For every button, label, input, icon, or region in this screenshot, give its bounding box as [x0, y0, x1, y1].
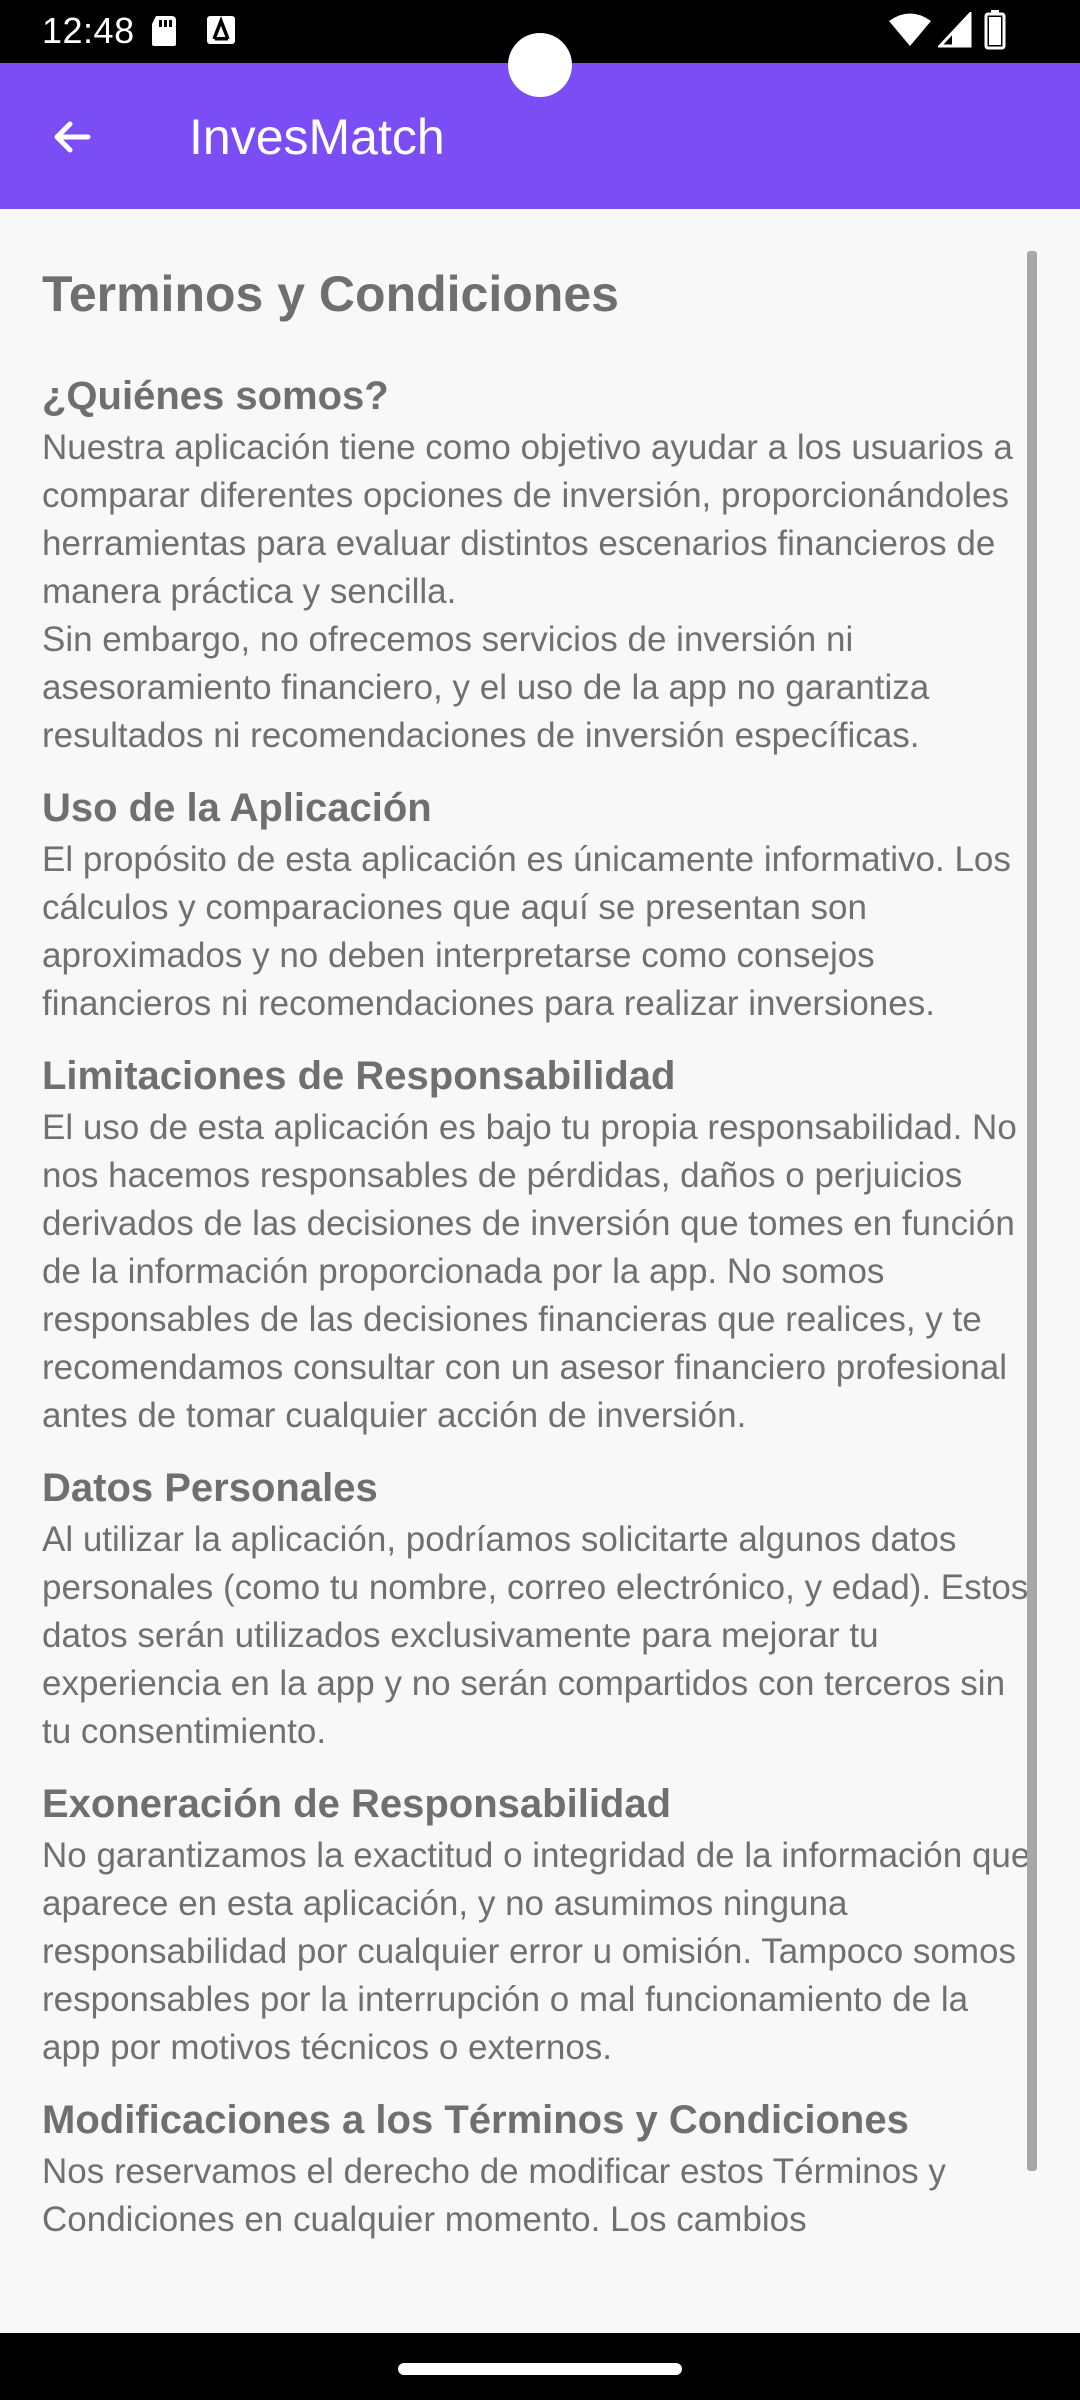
terms-scroll-area[interactable]: Terminos y Condiciones ¿Quiénes somos? N… — [42, 249, 1032, 2299]
back-button[interactable] — [30, 95, 114, 179]
section-exoneracion: Exoneración de Responsabilidad No garant… — [42, 1780, 1032, 2072]
section-body: El uso de esta aplicación es bajo tu pro… — [42, 1108, 1017, 1435]
content-bottom-edge — [0, 2273, 1080, 2333]
section-body: El propósito de esta aplicación es única… — [42, 840, 1011, 1023]
sd-card-icon — [150, 14, 178, 53]
page-title: Terminos y Condiciones — [42, 266, 619, 322]
terms-content[interactable]: Terminos y Condiciones ¿Quiénes somos? N… — [0, 209, 1080, 2333]
section-title: Exoneración de Responsabilidad — [42, 1782, 672, 1826]
battery-icon — [984, 10, 1006, 55]
section-title: Modificaciones a los Términos y Condicio… — [42, 2098, 909, 2142]
scrollbar[interactable] — [1027, 251, 1037, 2171]
phone-screen: 12:48 InvesMatch Terminos y Condiciones … — [0, 0, 1080, 2400]
section-title: Limitaciones de Responsabilidad — [42, 1054, 676, 1098]
accessibility-icon — [206, 14, 236, 51]
section-body: Nos reservamos el derecho de modificar e… — [42, 2152, 946, 2239]
status-time: 12:48 — [42, 10, 135, 51]
signal-icon — [936, 10, 972, 53]
arrow-left-icon — [54, 121, 91, 153]
section-quienes-somos: ¿Quiénes somos? Nuestra aplicación tiene… — [42, 372, 1032, 760]
section-body: Al utilizar la aplicación, podríamos sol… — [42, 1520, 1029, 1751]
section-datos-personales: Datos Personales Al utilizar la aplicaci… — [42, 1464, 1032, 1756]
section-title: ¿Quiénes somos? — [42, 374, 389, 418]
section-title: Uso de la Aplicación — [42, 786, 432, 830]
camera-cutout — [508, 33, 572, 97]
section-uso-aplicacion: Uso de la Aplicación El propósito de est… — [42, 784, 1032, 1028]
wifi-icon — [888, 12, 932, 53]
app-title: InvesMatch — [189, 109, 445, 165]
section-modificaciones: Modificaciones a los Términos y Condicio… — [42, 2096, 1032, 2244]
navigation-bar — [0, 2333, 1080, 2400]
section-limitaciones: Limitaciones de Responsabilidad El uso d… — [42, 1052, 1032, 1440]
section-body: Nuestra aplicación tiene como objetivo a… — [42, 428, 1013, 755]
section-title: Datos Personales — [42, 1466, 378, 1510]
section-body: No garantizamos la exactitud o integrida… — [42, 1836, 1031, 2067]
home-indicator[interactable] — [398, 2363, 682, 2375]
